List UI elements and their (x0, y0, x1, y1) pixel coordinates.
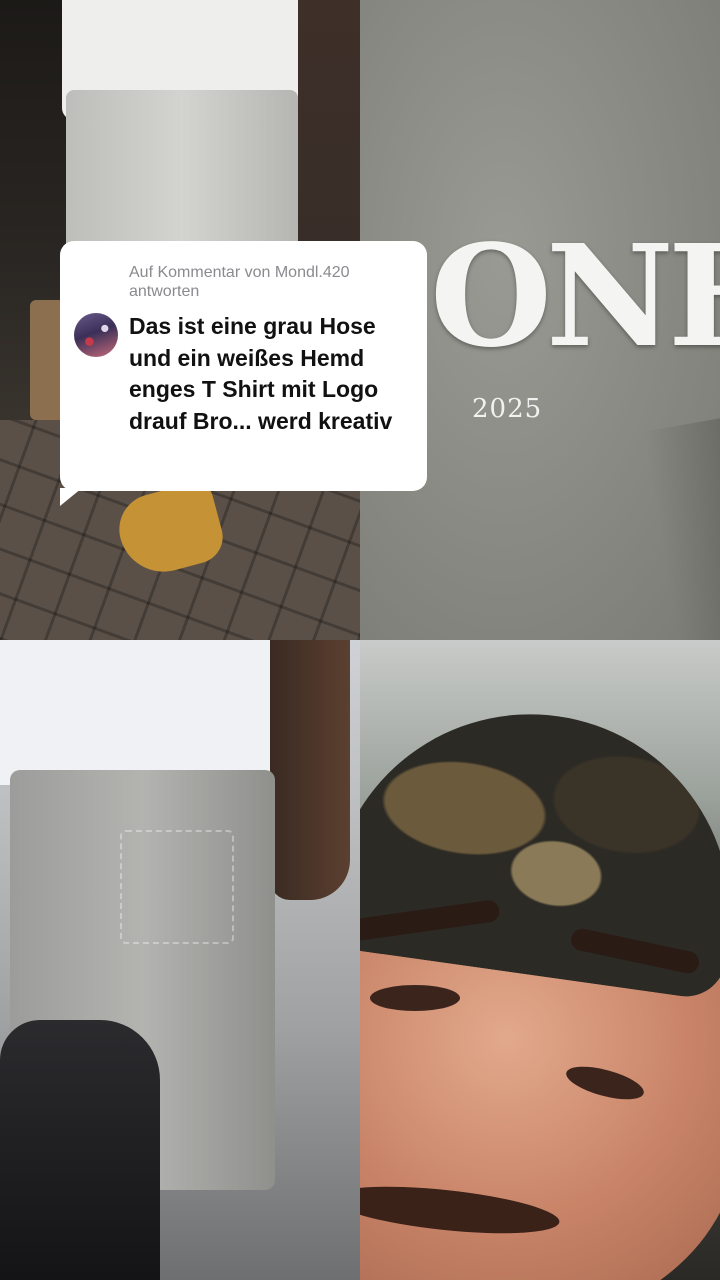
fabric-fold (641, 411, 720, 640)
white-shirt (0, 640, 275, 785)
chair (0, 1020, 160, 1280)
video-frame[interactable]: ONH 2025 Auf Kommentar von Mondl.420 ant… (0, 0, 720, 1280)
shorts-pocket (120, 830, 234, 944)
comment-text: Das ist eine grau Hose und ein weißes He… (129, 313, 393, 434)
grey-pants (66, 90, 298, 260)
reply-body: Das ist eine grau Hose und ein weißes He… (74, 311, 407, 437)
reply-header: Auf Kommentar von Mondl.420 antworten (129, 264, 350, 300)
commenter-avatar[interactable] (74, 313, 118, 357)
eye (370, 985, 460, 1011)
embroidered-year: 2025 (472, 394, 543, 424)
arm (270, 640, 350, 900)
photo-bottom-left (0, 640, 360, 1280)
comment-reply-card[interactable]: Auf Kommentar von Mondl.420 antworten Da… (60, 241, 427, 491)
photo-bottom-right (360, 640, 720, 1280)
